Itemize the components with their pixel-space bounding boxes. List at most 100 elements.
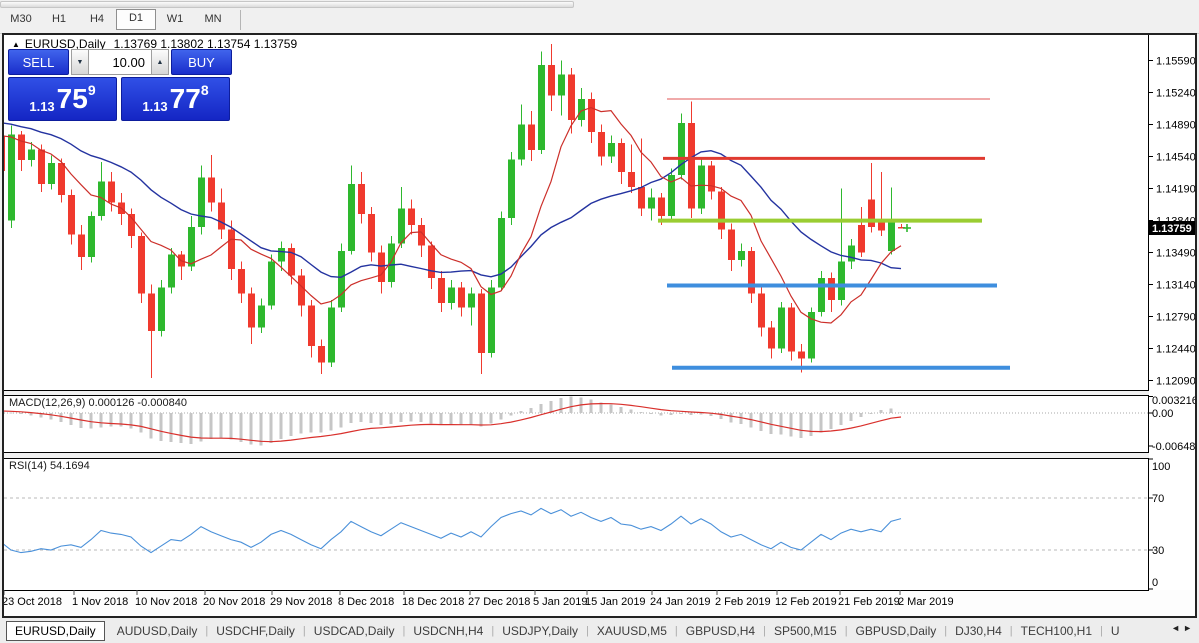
macd-histogram-bar bbox=[239, 413, 243, 443]
tab-scroll-left-icon[interactable]: ◄ bbox=[1171, 623, 1183, 633]
time-axis-label: 15 Jan 2019 bbox=[585, 596, 646, 608]
macd-histogram-bar bbox=[529, 407, 533, 413]
candle-body bbox=[568, 74, 575, 121]
candle-body bbox=[508, 159, 515, 218]
one-click-trading-panel: SELL ▼ ▲ BUY 1.13759 1.13778 bbox=[8, 49, 232, 121]
macd-histogram-bar bbox=[789, 413, 793, 437]
candle-body bbox=[778, 307, 785, 349]
timeframe-button-mn[interactable]: MN bbox=[194, 10, 232, 29]
sell-button[interactable]: SELL bbox=[8, 49, 69, 75]
sell-price-base: 1.13 bbox=[29, 99, 55, 114]
symbol-tab-usdcnh-h4[interactable]: USDCNH,H4 bbox=[405, 622, 491, 640]
symbol-tab-sp500-m15[interactable]: SP500,M15 bbox=[766, 622, 845, 640]
timeframe-button-h4[interactable]: H4 bbox=[78, 10, 116, 29]
macd-axis-label: 0.003216 bbox=[1152, 395, 1197, 407]
macd-histogram-bar bbox=[209, 413, 213, 440]
volume-decrease-button[interactable]: ▼ bbox=[71, 49, 89, 75]
toolbar-gripper[interactable] bbox=[0, 1, 574, 8]
macd-histogram-bar bbox=[279, 413, 283, 440]
sell-price-display[interactable]: 1.13 75 9 bbox=[8, 77, 117, 121]
symbol-tab-xauusd-m5[interactable]: XAUUSD,M5 bbox=[589, 622, 675, 640]
rsi-panel[interactable] bbox=[3, 458, 1149, 591]
sell-price-big: 75 bbox=[56, 83, 88, 114]
time-axis-label: 29 Nov 2018 bbox=[270, 596, 332, 608]
candle-body bbox=[218, 202, 225, 230]
symbol-tab-usdchf-daily[interactable]: USDCHF,Daily bbox=[208, 622, 303, 640]
collapse-triangle-icon[interactable]: ▲ bbox=[12, 40, 20, 49]
macd-histogram-bar bbox=[129, 413, 133, 429]
macd-histogram-bar bbox=[459, 413, 463, 426]
macd-histogram-bar bbox=[449, 413, 453, 425]
macd-histogram-bar bbox=[509, 413, 513, 416]
chart-window: 1.15590 1.15240 1.14890 1.14540 1.14190 1.13 8… bbox=[2, 33, 1197, 618]
price-axis-label: 1.12440 bbox=[1156, 344, 1196, 356]
tab-scroll-right-icon[interactable]: ► bbox=[1183, 623, 1195, 633]
macd-histogram-bar bbox=[499, 413, 503, 420]
candle-body bbox=[638, 186, 645, 209]
timeframe-button-m30[interactable]: M30 bbox=[2, 10, 40, 29]
candle-body bbox=[498, 217, 505, 288]
macd-histogram-bar bbox=[479, 413, 483, 427]
trading-terminal: M30 H1 H4 D1 W1 MN 1.15590 1.15240 1.14890 1.145… bbox=[0, 0, 1199, 643]
price-axis-label: 1.12090 bbox=[1156, 376, 1196, 388]
candle-body bbox=[268, 261, 275, 306]
symbol-tab-usdcad-daily[interactable]: USDCAD,Daily bbox=[306, 622, 403, 640]
macd-histogram-bar bbox=[99, 413, 103, 428]
macd-histogram-bar bbox=[89, 413, 93, 429]
time-axis-label: 12 Feb 2019 bbox=[775, 596, 837, 608]
tab-scroll-arrows: ◄► bbox=[1171, 623, 1195, 633]
macd-histogram-bar bbox=[859, 413, 863, 418]
macd-histogram-bar bbox=[489, 413, 493, 424]
buy-button[interactable]: BUY bbox=[171, 49, 232, 75]
time-axis-label: 10 Nov 2018 bbox=[135, 596, 197, 608]
price-axis-label: 1.13490 bbox=[1156, 248, 1196, 260]
candle-body bbox=[298, 275, 305, 306]
macd-histogram-bar bbox=[729, 413, 733, 423]
price-axis-label: 1.13140 bbox=[1156, 280, 1196, 292]
buy-price-display[interactable]: 1.13 77 8 bbox=[121, 77, 230, 121]
current-price-tag-label: 1.13759 bbox=[1152, 223, 1192, 235]
candle-body bbox=[248, 293, 255, 328]
candle-body bbox=[408, 208, 415, 226]
symbol-tab-u[interactable]: U bbox=[1103, 622, 1128, 640]
volume-increase-button[interactable]: ▲ bbox=[151, 49, 169, 75]
candle-body bbox=[168, 254, 175, 288]
toolbar-separator bbox=[240, 9, 241, 30]
macd-histogram-bar bbox=[619, 406, 623, 413]
candle-body bbox=[728, 229, 735, 260]
macd-histogram-bar bbox=[539, 403, 543, 413]
price-axis-label: 1.12790 bbox=[1156, 312, 1196, 324]
volume-stepper: ▼ ▲ bbox=[71, 49, 169, 75]
candle-body bbox=[328, 307, 335, 363]
macd-histogram-bar bbox=[229, 413, 233, 440]
macd-histogram-bar bbox=[409, 413, 413, 422]
timeframe-button-d1[interactable]: D1 bbox=[116, 9, 156, 30]
macd-histogram-bar bbox=[849, 413, 853, 422]
macd-histogram-bar bbox=[169, 413, 173, 443]
symbol-tab-usdjpy-daily[interactable]: USDJPY,Daily bbox=[494, 622, 586, 640]
symbol-tab-tech100-h1[interactable]: TECH100,H1 bbox=[1013, 622, 1100, 640]
macd-histogram-bar bbox=[339, 413, 343, 428]
symbol-tab-eurusd-daily[interactable]: EURUSD,Daily bbox=[6, 620, 105, 641]
time-axis-label: 18 Dec 2018 bbox=[402, 596, 464, 608]
symbol-tab-audusd-daily[interactable]: AUDUSD,Daily bbox=[109, 622, 206, 640]
candle-body bbox=[848, 245, 855, 262]
candle-body bbox=[108, 181, 115, 203]
macd-histogram-bar bbox=[379, 413, 383, 426]
time-axis-label: 8 Dec 2018 bbox=[338, 596, 394, 608]
candle-body bbox=[768, 327, 775, 349]
buy-price-sup: 8 bbox=[200, 82, 209, 98]
candle-body bbox=[208, 177, 215, 203]
symbol-tab-gbpusd-daily[interactable]: GBPUSD,Daily bbox=[848, 622, 945, 640]
price-axis-label: 1.14190 bbox=[1156, 184, 1196, 196]
macd-histogram-bar bbox=[639, 411, 643, 413]
symbol-tab-dj30-h4[interactable]: DJ30,H4 bbox=[947, 622, 1010, 640]
candle-body bbox=[318, 345, 325, 363]
volume-input[interactable] bbox=[89, 49, 151, 75]
symbol-tab-gbpusd-h4[interactable]: GBPUSD,H4 bbox=[678, 622, 763, 640]
candle-body bbox=[258, 305, 265, 328]
macd-histogram-bar bbox=[589, 399, 593, 413]
timeframe-button-w1[interactable]: W1 bbox=[156, 10, 194, 29]
candle-body bbox=[818, 278, 825, 313]
timeframe-button-h1[interactable]: H1 bbox=[40, 10, 78, 29]
